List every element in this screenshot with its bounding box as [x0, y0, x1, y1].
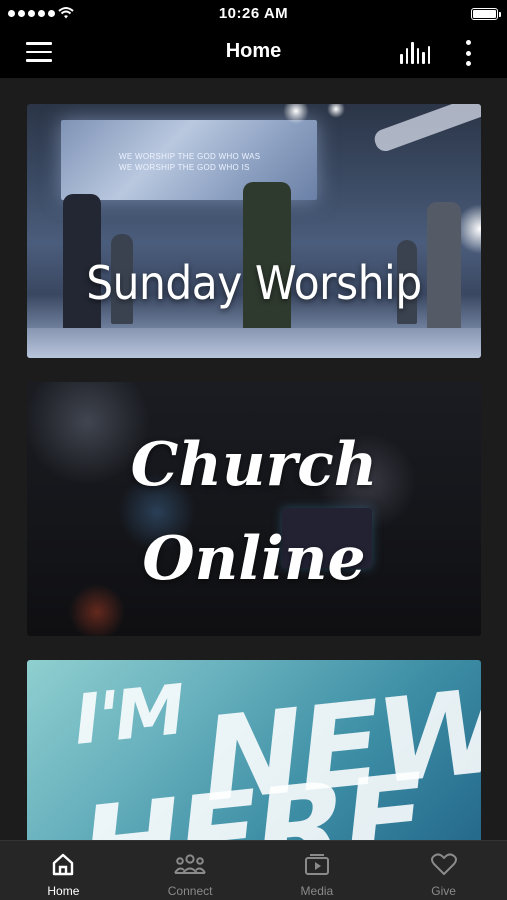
- status-time: 10:26 AM: [218, 5, 289, 22]
- battery-icon: [471, 8, 501, 20]
- hamburger-menu-icon[interactable]: [26, 42, 52, 62]
- people-icon: [174, 854, 206, 874]
- tab-label: Home: [47, 884, 80, 898]
- nav-bar: Home: [0, 26, 507, 78]
- media-play-icon: [304, 854, 329, 875]
- tab-media[interactable]: Media: [254, 841, 381, 900]
- audio-bars-icon[interactable]: [400, 42, 430, 64]
- tab-label: Connect: [167, 884, 213, 898]
- home-icon: [53, 853, 74, 876]
- card-church-online[interactable]: Church Online: [27, 382, 481, 636]
- projection-lyrics: WE WORSHIP THE GOD WHO WAS WE WORSHIP TH…: [119, 152, 261, 172]
- vertical-ellipsis-icon[interactable]: [463, 40, 473, 66]
- heart-icon: [430, 853, 457, 875]
- card-title: Sunday Worship: [86, 256, 422, 310]
- card-title-line-1: I'M: [69, 668, 186, 762]
- status-bar: 10:26 AM: [0, 0, 507, 26]
- page-title: Home: [225, 40, 282, 62]
- church-online-image: [27, 382, 481, 636]
- card-im-new-here[interactable]: I'M NEW HERE: [27, 660, 481, 840]
- card-title-line-1: Church: [130, 430, 378, 500]
- tab-home[interactable]: Home: [0, 841, 127, 900]
- stage-floor: [27, 328, 481, 358]
- card-sunday-worship[interactable]: WE WORSHIP THE GOD WHO WAS WE WORSHIP TH…: [27, 104, 481, 358]
- tab-label: Media: [300, 884, 334, 898]
- tab-connect[interactable]: Connect: [127, 841, 254, 900]
- tab-give[interactable]: Give: [380, 841, 507, 900]
- tab-label: Give: [431, 884, 456, 898]
- card-title-line-2: Online: [142, 524, 366, 594]
- home-feed: WE WORSHIP THE GOD WHO WAS WE WORSHIP TH…: [0, 78, 507, 840]
- tab-bar: Home Connect Media Give: [0, 840, 507, 900]
